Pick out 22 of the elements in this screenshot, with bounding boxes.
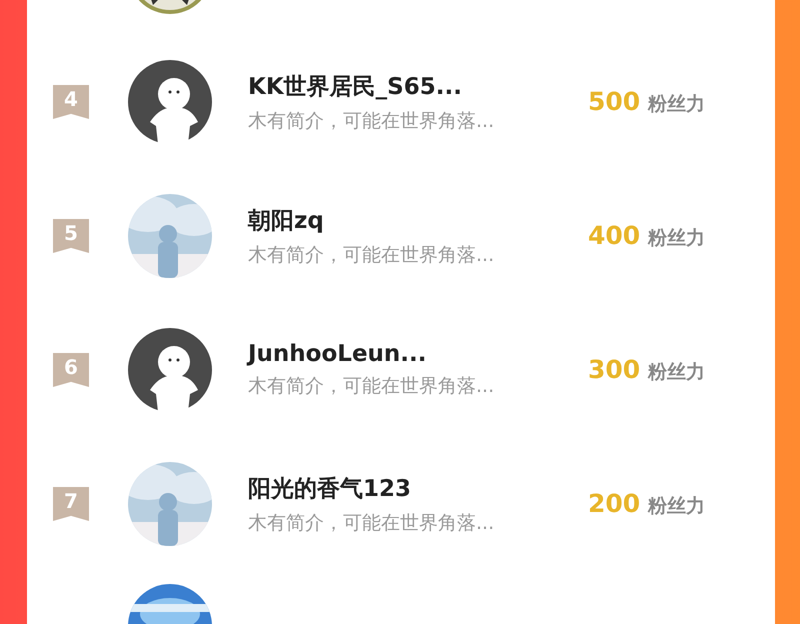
user-bio: 木有简介，可能在世界角落...: [248, 510, 496, 536]
fan-unit: 粉丝力: [648, 360, 706, 385]
rank-badge: 7: [53, 487, 89, 521]
user-name[interactable]: 阳光的香气123: [248, 472, 578, 504]
user-bio: 木有简介，可能在世界角落...: [248, 242, 496, 268]
rank-badge: 6: [53, 353, 89, 387]
fan-count: 500: [588, 87, 640, 116]
fan-count: 300: [588, 355, 640, 384]
user-name[interactable]: JunhooLeun...: [248, 341, 578, 367]
default-avatar-icon: [128, 328, 212, 412]
fan-unit: 粉丝力: [648, 226, 706, 251]
fan-unit: 粉丝力: [648, 494, 706, 519]
default-avatar-icon: [128, 60, 212, 144]
rank-badge: 5: [53, 219, 89, 253]
user-name[interactable]: 朝阳zq: [248, 204, 578, 236]
user-name[interactable]: KK世界居民_S65...: [248, 70, 578, 102]
fan-count: 400: [588, 221, 640, 250]
user-bio: 木有简介，可能在世界角落...: [248, 374, 496, 399]
fan-unit: 粉丝力: [648, 92, 706, 117]
rank-badge: 4: [53, 85, 89, 119]
fan-count: 200: [588, 489, 640, 518]
user-bio: 木有简介，可能在世界角落...: [248, 108, 496, 134]
